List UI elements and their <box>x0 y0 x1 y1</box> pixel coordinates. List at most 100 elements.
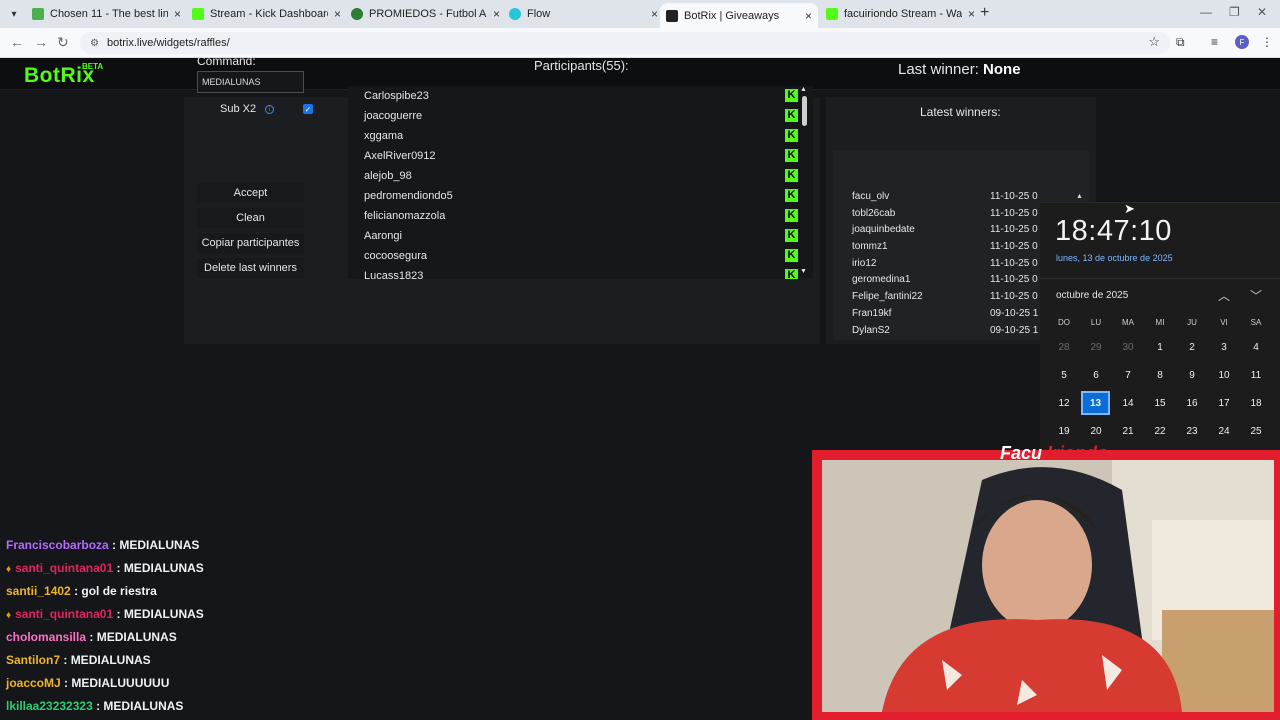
winner-date: 11-10-25 0 <box>990 241 1038 252</box>
url-input[interactable]: ⚙ botrix.live/widgets/raffles/ ☆ <box>80 32 1170 54</box>
participant-row: alejob_98 K <box>364 166 798 186</box>
calendar-day[interactable]: 19 <box>1051 420 1077 442</box>
beta-badge: BETA <box>82 62 104 71</box>
calendar-day[interactable]: 9 <box>1179 364 1205 386</box>
chat-username: Santilon7 <box>6 653 61 667</box>
bookmark-star-icon[interactable]: ☆ <box>1148 34 1160 50</box>
kick-icon: K <box>785 209 798 222</box>
winners-scroll-up-icon[interactable]: ▲ <box>1076 193 1083 200</box>
close-icon[interactable]: × <box>968 7 975 21</box>
close-icon[interactable]: × <box>651 7 658 21</box>
chat-text: : gol de riestra <box>74 584 157 598</box>
winner-name: Felipe_fantini22 <box>852 291 923 302</box>
calendar-month[interactable]: octubre de 2025 <box>1056 290 1128 301</box>
browser-tab[interactable]: PROMIEDOS - Futbol Argentino × <box>345 3 506 25</box>
clock-date-link[interactable]: lunes, 13 de octubre de 2025 <box>1056 253 1173 263</box>
new-tab-icon[interactable]: + <box>980 4 989 22</box>
media-control-icon[interactable]: ≡ <box>1211 35 1218 49</box>
calendar-day[interactable]: 7 <box>1115 364 1141 386</box>
delete-last-winners-button[interactable]: Delete last winners <box>197 258 304 278</box>
forward-icon[interactable]: → <box>34 34 48 50</box>
calendar-day[interactable]: 28 <box>1051 336 1077 358</box>
browser-tab[interactable]: facuiriondo Stream - Watch Liv × <box>820 3 981 25</box>
weekday-label: MI <box>1155 318 1165 327</box>
calendar-day[interactable]: 11 <box>1243 364 1269 386</box>
calendar-day[interactable]: 25 <box>1243 420 1269 442</box>
tab-search-icon[interactable]: ▾ <box>6 6 22 22</box>
calendar-day[interactable]: 20 <box>1083 420 1109 442</box>
chat-username: lkillaa23232323 <box>6 699 93 713</box>
close-icon[interactable]: × <box>493 7 500 21</box>
calendar-day[interactable]: 15 <box>1147 392 1173 414</box>
minimize-icon[interactable]: — <box>1200 5 1212 19</box>
next-month-icon[interactable]: ﹀ <box>1250 287 1262 304</box>
calendar-day[interactable]: 30 <box>1115 336 1141 358</box>
calendar-day[interactable]: 1 <box>1147 336 1173 358</box>
clock-calendar-flyout: 18:47:10 lunes, 13 de octubre de 2025 oc… <box>1040 202 1280 452</box>
participants-scrollbar[interactable] <box>802 96 807 126</box>
command-input[interactable]: MEDIALUNAS <box>197 71 304 93</box>
calendar-day[interactable]: 21 <box>1115 420 1141 442</box>
badge-icon: ♦ <box>6 564 12 575</box>
chat-message: ♦ santi_quintana01 : MEDIALUNAS <box>6 607 204 621</box>
accept-button[interactable]: Accept <box>197 183 304 203</box>
participant-name: cocoosegura <box>364 250 427 262</box>
browser-tab-bar: ▾ Chosen 11 - The best lineup bu × Strea… <box>0 0 1280 28</box>
clean-button[interactable]: Clean <box>197 208 304 228</box>
back-icon[interactable]: ← <box>10 34 24 50</box>
restore-icon[interactable]: ❐ <box>1229 5 1240 19</box>
profile-avatar[interactable]: F <box>1235 35 1249 49</box>
chat-username: cholomansilla <box>6 630 87 644</box>
botrix-favicon-icon <box>666 9 678 22</box>
close-window-icon[interactable]: ✕ <box>1257 5 1267 19</box>
scroll-up-icon[interactable]: ▲ <box>800 86 807 93</box>
latest-winners-list[interactable]: facu_olv 11-10-25 03:57 tobl26cab 11-10-25… <box>833 191 1038 337</box>
scroll-down-icon[interactable]: ▼ <box>800 268 807 275</box>
calendar-day[interactable]: 23 <box>1179 420 1205 442</box>
browser-tab[interactable]: Stream - Kick Dashboard × <box>186 3 347 25</box>
calendar-day[interactable]: 6 <box>1083 364 1109 386</box>
calendar-day[interactable]: 16 <box>1179 392 1205 414</box>
calendar-day[interactable]: 4 <box>1243 336 1269 358</box>
info-icon[interactable]: i <box>265 105 274 114</box>
calendar-day[interactable]: 24 <box>1211 420 1237 442</box>
calendar-day[interactable]: 22 <box>1147 420 1173 442</box>
participant-name: felicianomazzola <box>364 210 446 222</box>
flow-favicon-icon <box>509 8 521 20</box>
close-icon[interactable]: × <box>805 9 812 23</box>
calendar-day[interactable]: 2 <box>1179 336 1205 358</box>
sub-x2-label: Sub X2 <box>220 103 257 115</box>
copy-participants-button[interactable]: Copiar participantes <box>197 233 304 253</box>
calendar-day[interactable]: 17 <box>1211 392 1237 414</box>
calendar-day[interactable]: 3 <box>1211 336 1237 358</box>
browser-tab[interactable]: Flow × <box>503 3 664 25</box>
site-info-icon[interactable]: ⚙ <box>90 38 99 49</box>
participant-row: pedromendiondo5 K <box>364 186 798 206</box>
sub-x2-checkbox[interactable]: ✓ <box>303 104 313 114</box>
calendar-day[interactable]: 14 <box>1115 392 1141 414</box>
menu-icon[interactable]: ⋮ <box>1261 35 1273 49</box>
badge-icon: ♦ <box>6 610 12 621</box>
browser-tab-active[interactable]: BotRix | Giveaways × <box>660 3 818 28</box>
browser-tab[interactable]: Chosen 11 - The best lineup bu × <box>26 3 187 25</box>
calendar-day[interactable]: 10 <box>1211 364 1237 386</box>
winner-row: joaquinbedate 11-10-25 0 <box>852 224 1038 240</box>
tab-title: Chosen 11 - The best lineup bu <box>50 8 168 20</box>
close-icon[interactable]: × <box>174 7 181 21</box>
kick-icon: K <box>785 249 798 262</box>
calendar-day[interactable]: 18 <box>1243 392 1269 414</box>
calendar-day-today[interactable]: 13 <box>1081 391 1110 415</box>
kick-icon: K <box>785 189 798 202</box>
calendar-day[interactable]: 5 <box>1051 364 1077 386</box>
previous-month-icon[interactable]: ︿ <box>1218 287 1230 304</box>
participants-list[interactable]: Carlospibe23 K joacoguerre K xggama K AxelR… <box>348 86 813 279</box>
calendar-day[interactable]: 12 <box>1051 392 1077 414</box>
reload-icon[interactable]: ↻ <box>57 34 69 51</box>
calendar-day[interactable]: 29 <box>1083 336 1109 358</box>
extensions-icon[interactable]: ⧉ <box>1176 35 1185 50</box>
calendar-day[interactable]: 8 <box>1147 364 1173 386</box>
clock-time: 18:47:10 <box>1055 215 1172 247</box>
winner-date: 11-10-25 0 <box>990 291 1038 302</box>
latest-winners-title: Latest winners: <box>920 105 1001 119</box>
close-icon[interactable]: × <box>334 7 341 21</box>
